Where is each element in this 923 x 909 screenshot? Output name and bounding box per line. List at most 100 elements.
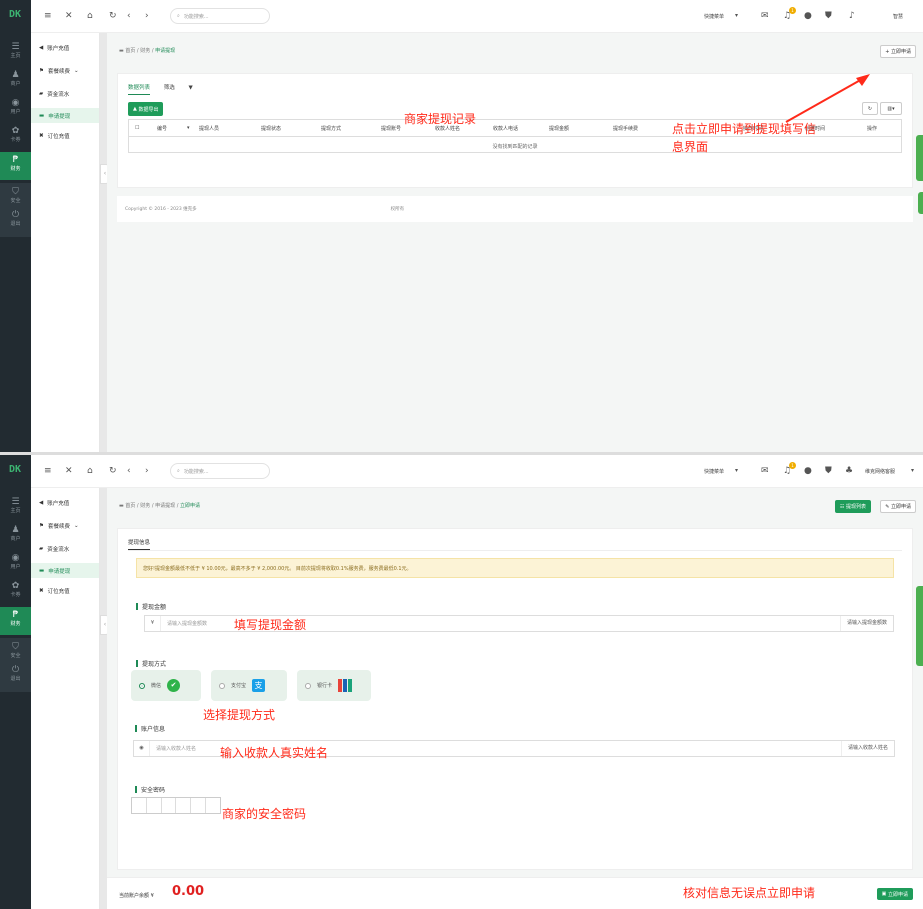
shield-icon[interactable]: ⛊	[825, 466, 832, 476]
forward-icon[interactable]: ›	[145, 11, 149, 21]
sidebar-item-flow[interactable]: ▰ 资金流水	[39, 543, 99, 555]
quick-menu[interactable]: 快捷菜单	[704, 13, 724, 20]
submit-apply-button[interactable]: ▣ 立即申请	[876, 888, 913, 900]
empty-message: 没有找到匹配的记录	[492, 144, 538, 150]
apply-button[interactable]: ✎ 立即申请	[880, 500, 916, 513]
plus-icon: +	[885, 48, 890, 55]
refresh-icon[interactable]: ↻	[109, 466, 117, 476]
columns-toggle-button[interactable]: ▥▾	[880, 102, 902, 115]
rail-item-home[interactable]: ☰ 主页	[0, 497, 31, 514]
rail-item-merchant[interactable]: ♟ 商户	[0, 70, 31, 87]
fullscreen-icon[interactable]: ✕	[65, 11, 73, 21]
annotation-amount: 填写提现金额	[234, 618, 307, 632]
tab-bar: 数据列表 筛选 ▼	[128, 83, 217, 95]
sidebar-item-package[interactable]: ⚑ 套餐续费 ⌄	[39, 65, 99, 77]
sidebar-item-flow[interactable]: ▰ 资金流水	[39, 88, 99, 100]
method-wechat[interactable]: 微信 ✔	[131, 670, 201, 701]
sidebar-item-package[interactable]: ⚑ 套餐续费 ⌄	[39, 520, 99, 532]
shield-icon[interactable]: ⛉	[0, 187, 31, 197]
rail-item-finance[interactable]: ₱ 财务	[0, 152, 31, 180]
balance-value: 0.00	[172, 884, 205, 899]
amount-hint: 请输入提现金额数	[839, 616, 893, 631]
apply-button[interactable]: + 立即申请	[880, 45, 916, 58]
sidebar-item-withdraw[interactable]: ▬ 申请提现	[31, 563, 99, 578]
user-circle-icon[interactable]: ●	[804, 11, 812, 21]
side-service-tab-2[interactable]	[918, 192, 923, 214]
sidebar-gap	[100, 33, 107, 452]
power-icon[interactable]: ⏻	[0, 210, 31, 220]
side-service-tab[interactable]	[916, 135, 923, 181]
upload-icon: ▲	[133, 106, 137, 112]
quick-menu[interactable]: 快捷菜单	[704, 468, 724, 475]
tab-withdraw-info[interactable]: 提现信息	[128, 540, 151, 550]
col-amount[interactable]: 提现金额	[549, 125, 569, 132]
rail-item-merchant[interactable]: ♟ 商户	[0, 525, 31, 542]
export-button[interactable]: ▲ 数据导出	[128, 102, 164, 116]
avatar[interactable]: ♪	[849, 11, 855, 21]
rail-item-card[interactable]: ✿ 卡券	[0, 126, 31, 143]
sidebar-item-seat[interactable]: ✖ 订位充值	[39, 130, 99, 142]
home-icon[interactable]: ⌂	[87, 466, 93, 476]
forward-icon[interactable]: ›	[145, 466, 149, 476]
user-circle-icon[interactable]: ●	[804, 466, 812, 476]
user-name[interactable]: 维克网络客服	[865, 468, 895, 475]
rail-item-user[interactable]: ◉ 用户	[0, 553, 31, 570]
col-status[interactable]: 提现状态	[261, 125, 281, 132]
mail-icon[interactable]: ✉	[761, 11, 769, 21]
col-applicant[interactable]: 提现人员	[199, 125, 219, 132]
tab-filter[interactable]: 筛选 ▼	[164, 85, 205, 91]
annotation-records: 商家提现记录	[404, 112, 477, 126]
shield-icon[interactable]: ⛉	[0, 642, 31, 652]
sort-icon: ▾	[187, 125, 190, 131]
tab-data-list[interactable]: 数据列表	[128, 85, 151, 95]
avatar[interactable]: ♣	[845, 466, 853, 476]
col-method[interactable]: 提现方式	[321, 125, 341, 132]
rail-group-bottom: ⛉ 安全 ⏻ 退出	[0, 183, 31, 237]
sidebar-item-recharge[interactable]: ◀ 账户充值	[39, 497, 99, 509]
sidebar-item-withdraw[interactable]: ▬ 申请提现	[31, 108, 99, 123]
side-service-tab[interactable]	[916, 586, 923, 666]
bankcard-radio[interactable]	[305, 682, 311, 689]
rail-item-user[interactable]: ◉ 用户	[0, 98, 31, 115]
menu-icon[interactable]: ≡	[44, 11, 52, 21]
search-input[interactable]: ⌕ 功能搜索...	[170, 463, 270, 479]
withdraw-list-button[interactable]: ☷ 提现列表	[834, 500, 871, 513]
menu-icon[interactable]: ≡	[44, 466, 52, 476]
col-account[interactable]: 提现账号	[381, 125, 401, 132]
power-icon[interactable]: ⏻	[0, 665, 31, 675]
search-input[interactable]: ⌕ 功能搜索...	[170, 8, 270, 24]
list-icon: ☷	[839, 503, 845, 510]
balance-label: 当前账户余额 ¥	[119, 893, 154, 899]
col-payee-phone[interactable]: 收款人电话	[493, 125, 518, 132]
method-alipay[interactable]: 支付宝 支	[211, 670, 287, 701]
user-icon: ♟	[11, 70, 20, 80]
method-bankcard[interactable]: 银行卡	[297, 670, 371, 701]
fullscreen-icon[interactable]: ✕	[65, 466, 73, 476]
refresh-icon[interactable]: ↻	[109, 11, 117, 21]
shield-icon[interactable]: ⛊	[825, 11, 832, 21]
gift-icon: ✿	[11, 126, 20, 136]
alipay-icon: 支	[252, 679, 266, 692]
select-all-checkbox[interactable]: ☐	[135, 125, 139, 131]
back-icon[interactable]: ‹	[127, 11, 131, 21]
notify-badge: 1	[789, 462, 796, 469]
rail-item-finance[interactable]: ₱ 财务	[0, 607, 31, 635]
wechat-radio[interactable]	[139, 682, 145, 689]
rail-item-home[interactable]: ☰ 主页	[0, 42, 31, 59]
sidebar-item-seat[interactable]: ✖ 订位充值	[39, 585, 99, 597]
col-fee[interactable]: 提现手续费	[613, 125, 638, 132]
col-id[interactable]: 编号	[157, 125, 167, 132]
rail-item-card[interactable]: ✿ 卡券	[0, 581, 31, 598]
security-password-input[interactable]	[131, 797, 221, 814]
method-section-label: 提现方式	[136, 659, 166, 668]
user-name[interactable]: 智慧	[893, 13, 903, 20]
payee-hint: 请输入收款人姓名	[840, 741, 894, 756]
alipay-radio[interactable]	[219, 682, 225, 689]
volume-icon: ◀	[39, 45, 44, 51]
flag-icon: ⚑	[39, 523, 44, 529]
mail-icon[interactable]: ✉	[761, 466, 769, 476]
home-icon[interactable]: ⌂	[87, 11, 93, 21]
sidebar-item-recharge[interactable]: ◀ 账户充值	[39, 42, 99, 54]
bookmark-icon: ✖	[39, 588, 44, 594]
back-icon[interactable]: ‹	[127, 466, 131, 476]
